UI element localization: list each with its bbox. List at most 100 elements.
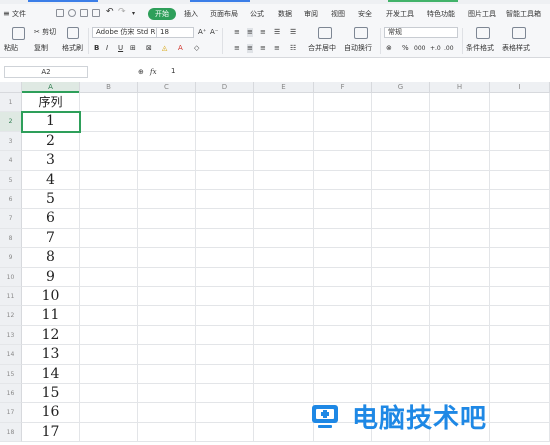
table-cell[interactable] [314,131,372,152]
table-cell[interactable] [430,190,490,210]
redo-icon[interactable]: ↷ [118,7,126,17]
wrap-text-icon[interactable] [354,27,368,39]
table-cell[interactable] [314,112,372,132]
table-cell[interactable] [80,345,138,365]
table-cell[interactable] [254,151,314,171]
table-cell[interactable] [138,209,196,229]
table-cell[interactable] [80,384,138,404]
table-cell[interactable] [254,384,314,404]
indent-icon[interactable]: ☰ [274,28,280,37]
table-cell[interactable] [196,93,254,113]
row-header[interactable]: 4 [0,151,22,171]
table-cell[interactable] [80,228,138,249]
table-cell[interactable] [372,190,430,210]
column-header-b[interactable]: B [80,82,138,93]
table-cell[interactable] [372,131,430,152]
column-header-d[interactable]: D [196,82,254,93]
table-cell[interactable] [138,364,196,384]
row-header[interactable]: 18 [0,422,22,443]
table-cell[interactable] [430,112,490,132]
tab-smart-toolbox[interactable]: 智能工具箱 [506,9,541,19]
table-cell[interactable] [196,267,254,287]
tab-insert[interactable]: 插入 [184,9,198,19]
table-cell[interactable] [254,93,314,113]
align-center-icon[interactable]: ≡ [247,44,253,53]
tab-page-layout[interactable]: 页面布局 [210,9,238,19]
row-header[interactable]: 12 [0,306,22,326]
table-cell[interactable] [490,131,550,152]
table-style-button[interactable]: 表格样式 [502,44,530,53]
tab-indicator[interactable] [28,0,98,2]
table-cell[interactable] [138,112,196,132]
table-cell[interactable] [138,151,196,171]
table-cell[interactable] [430,267,490,287]
table-cell[interactable] [254,306,314,326]
table-cell[interactable] [80,190,138,210]
table-cell[interactable] [254,131,314,152]
table-style-icon[interactable] [512,27,526,39]
row-header[interactable]: 14 [0,345,22,365]
table-cell[interactable] [138,170,196,190]
table-cell[interactable] [196,306,254,326]
table-cell[interactable] [430,170,490,190]
align-bottom-icon[interactable]: ≡ [260,28,266,37]
table-cell[interactable] [314,267,372,287]
cell-a14[interactable]: 13 [22,345,80,365]
table-cell[interactable] [372,345,430,365]
table-cell[interactable] [372,364,430,384]
table-cell[interactable] [372,325,430,346]
table-cell[interactable] [138,403,196,423]
table-cell[interactable] [372,112,430,132]
table-cell[interactable] [196,403,254,423]
distribute-icon[interactable]: ☷ [290,44,296,53]
table-cell[interactable] [314,364,372,384]
table-cell[interactable] [80,151,138,171]
table-cell[interactable] [138,93,196,113]
table-cell[interactable] [254,209,314,229]
underline-icon[interactable]: U [118,44,123,53]
table-cell[interactable] [490,267,550,287]
cell-a16[interactable]: 15 [22,384,80,404]
print-icon[interactable] [80,9,88,17]
select-all-corner[interactable] [0,82,22,93]
table-cell[interactable] [314,151,372,171]
table-cell[interactable] [430,325,490,346]
wrap-text-button[interactable]: 自动换行 [344,44,372,53]
font-color-icon[interactable]: A [178,44,183,53]
table-cell[interactable] [80,325,138,346]
table-cell[interactable] [430,306,490,326]
zoom-icon[interactable]: ⊕ [138,67,144,77]
row-header[interactable]: 2 [0,112,22,132]
row-header[interactable]: 11 [0,287,22,307]
table-cell[interactable] [254,248,314,268]
table-cell[interactable] [80,93,138,113]
tab-review[interactable]: 审阅 [304,9,318,19]
outdent-icon[interactable]: ☰ [290,28,296,37]
table-cell[interactable] [196,228,254,249]
table-cell[interactable] [196,248,254,268]
cell-a12[interactable]: 11 [22,306,80,326]
table-cell[interactable] [490,345,550,365]
table-cell[interactable] [196,287,254,307]
merge-icon[interactable]: ⊠ [146,44,152,53]
cell-a13[interactable]: 12 [22,325,80,346]
formula-input[interactable]: 1 [168,66,538,78]
table-cell[interactable] [430,364,490,384]
table-cell[interactable] [80,306,138,326]
table-cell[interactable] [196,190,254,210]
table-cell[interactable] [138,384,196,404]
table-cell[interactable] [490,93,550,113]
table-cell[interactable] [430,228,490,249]
row-header[interactable]: 1 [0,93,22,113]
table-cell[interactable] [490,287,550,307]
row-header[interactable]: 3 [0,131,22,152]
table-cell[interactable] [372,287,430,307]
table-cell[interactable] [490,364,550,384]
column-header-c[interactable]: C [138,82,196,93]
decrease-decimal-icon[interactable]: .00 [444,44,454,53]
cell-a6[interactable]: 5 [22,190,80,210]
table-cell[interactable] [372,151,430,171]
table-cell[interactable] [254,228,314,249]
row-header[interactable]: 17 [0,403,22,423]
row-header[interactable]: 8 [0,228,22,249]
